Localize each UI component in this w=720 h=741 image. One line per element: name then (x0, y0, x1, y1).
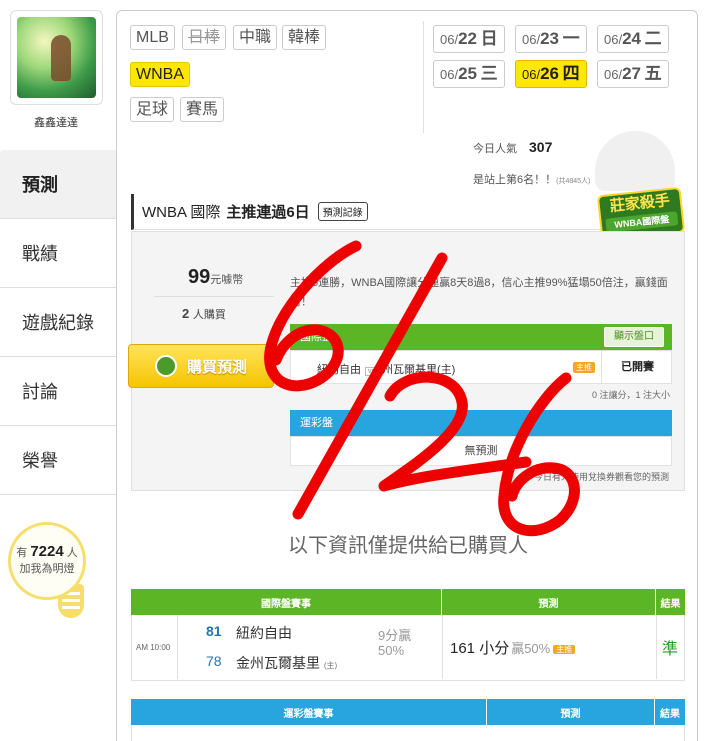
buy-prediction-button[interactable]: 購買預測 (128, 344, 274, 388)
username[interactable]: 鑫鑫達達 (0, 114, 112, 130)
fans-prefix: 有 (16, 547, 28, 559)
final-rate: 50% (378, 643, 405, 658)
nav-item-prediction[interactable]: 預測 (0, 150, 116, 219)
mascot-illustration (595, 131, 675, 191)
game-cell: 81 紐約自由 78 金州瓦爾基里 (主) 9分贏 50% (178, 615, 443, 679)
show-odds-button[interactable]: 顯示盤口 (604, 327, 664, 347)
nav-item-game-log[interactable]: 遊戲紀錄 (0, 288, 116, 357)
intl-odds-header: 國際盤 顯示盤口 (290, 324, 672, 350)
sport-lottery-header: 運彩盤 (290, 410, 672, 436)
main-pick-tag: 主推 (553, 644, 576, 654)
fans-count: 7224 (30, 543, 64, 560)
game-status: 已開賽 (601, 351, 673, 383)
prediction-title: WNBA 國際 (142, 204, 221, 221)
away-score: 81 (206, 623, 222, 639)
home-team: 金州瓦爾基里 (主) (236, 655, 338, 671)
popularity: 今日人氣 307 (473, 139, 553, 155)
table-row: AM 10:00 81 紐約自由 78 金州瓦爾基里 (主) 9分贏 50% 1… (131, 615, 685, 681)
col-header-sport: 運彩盤賽事 (131, 699, 487, 725)
matchup: 紐約自由 vs 州瓦爾基里(主) (317, 364, 456, 376)
sport-tab-kbo[interactable]: 韓棒 (282, 25, 327, 50)
main-panel: MLB 日棒 中職 韓棒 WNBA 足球 賽馬 06/22 日 06/23 一 … (116, 10, 698, 741)
prediction-description: 主推5連勝，WNBA國際讓分連贏8天8過8，信心主推99%猛塌50倍注，贏錢面對… (290, 277, 668, 308)
purchase-notice: 以下資訊僅提供給已購買人 (288, 535, 528, 557)
col-header-result: 結果 (660, 708, 680, 720)
results-header: 國際盤賽事 預測 結果 (131, 589, 685, 615)
prediction-panel: 99元噱幣 2 人購買 購買預測 主推5連勝，WNBA國際讓分連贏8天8過8，信… (128, 231, 685, 491)
avatar[interactable] (10, 10, 103, 105)
buyers-count: 2 人購買 (182, 306, 226, 321)
col-header-prediction: 預測 (442, 589, 656, 615)
sport-tab-soccer[interactable]: 足球 (130, 97, 175, 122)
nav-item-record[interactable]: 戰績 (0, 219, 116, 288)
date-tab-0626[interactable]: 06/26 四 (515, 60, 587, 88)
col-header-prediction: 預測 (487, 699, 655, 725)
date-tab-0625[interactable]: 06/25 三 (433, 60, 505, 88)
main-pick-tag: 主推 (573, 362, 595, 373)
time-cell: AM 10:00 (132, 615, 178, 679)
divider (423, 21, 424, 133)
intl-odds-row: 紐約自由 vs 州瓦爾基里(主) 主推 已開賽 (290, 350, 672, 384)
avatar-image (17, 17, 96, 98)
intl-bet-note: 0 注讓分，1 注大小 (592, 390, 671, 400)
fans-counter[interactable]: 有 7224 人 加我為明燈 (8, 522, 86, 600)
date-tab-0624[interactable]: 06/24 二 (597, 25, 669, 53)
popularity-value: 307 (529, 139, 553, 155)
price: 99元噱幣 (188, 266, 244, 288)
divider (154, 296, 274, 297)
sport-tab-horse-racing[interactable]: 賽馬 (180, 97, 225, 122)
date-tab-0622[interactable]: 06/22 日 (433, 25, 505, 53)
nav-item-honor[interactable]: 榮譽 (0, 426, 116, 495)
sport-lottery-row: 無預測 (290, 436, 672, 466)
col-header-intl: 國際盤賽事 (131, 589, 442, 615)
fans-caption: 加我為明燈 (19, 563, 75, 575)
fans-suffix: 人 (66, 547, 78, 559)
game-time: AM 10:00 (136, 643, 171, 652)
rank-text: 是站上第6名！！(共4845人) (473, 174, 591, 186)
sidebar-nav: 預測 戰績 遊戲紀錄 討論 榮譽 (0, 150, 116, 495)
sport-results-header: 運彩盤賽事 預測 結果 (131, 699, 685, 725)
home-score: 78 (206, 653, 222, 669)
date-tab-0623[interactable]: 06/23 一 (515, 25, 587, 53)
sport-results-body (131, 725, 685, 741)
results-table: 國際盤賽事 預測 結果 AM 10:00 81 紐約自由 78 金州瓦爾基里 (… (131, 589, 685, 681)
prediction-record-button[interactable]: 預測記錄 (317, 202, 368, 221)
coin-icon (154, 355, 177, 377)
sport-tab-npb: 日棒 (182, 25, 227, 50)
final-margin: 9分贏 (378, 628, 412, 643)
prediction-value: 161 小分 贏50% 主推 (450, 637, 576, 658)
nav-item-discussion[interactable]: 討論 (0, 357, 116, 426)
prediction-streak: 主推連過6日 (226, 204, 310, 221)
result-mark: 準 (662, 641, 679, 658)
sport-tab-mlb[interactable]: MLB (130, 25, 175, 50)
col-header-result: 結果 (660, 598, 681, 610)
away-team: 紐約自由 (236, 625, 292, 641)
sidebar: 鑫鑫達達 預測 戰績 遊戲紀錄 討論 榮譽 有 7224 人 加我為明燈 (0, 0, 116, 741)
sport-tab-cpbl[interactable]: 中職 (233, 25, 278, 50)
date-tab-0627[interactable]: 06/27 五 (597, 60, 669, 88)
voucher-note: 今日有人使用兌換券觀看您的預測 (534, 472, 670, 482)
sport-tab-wnba[interactable]: WNBA (130, 62, 190, 87)
